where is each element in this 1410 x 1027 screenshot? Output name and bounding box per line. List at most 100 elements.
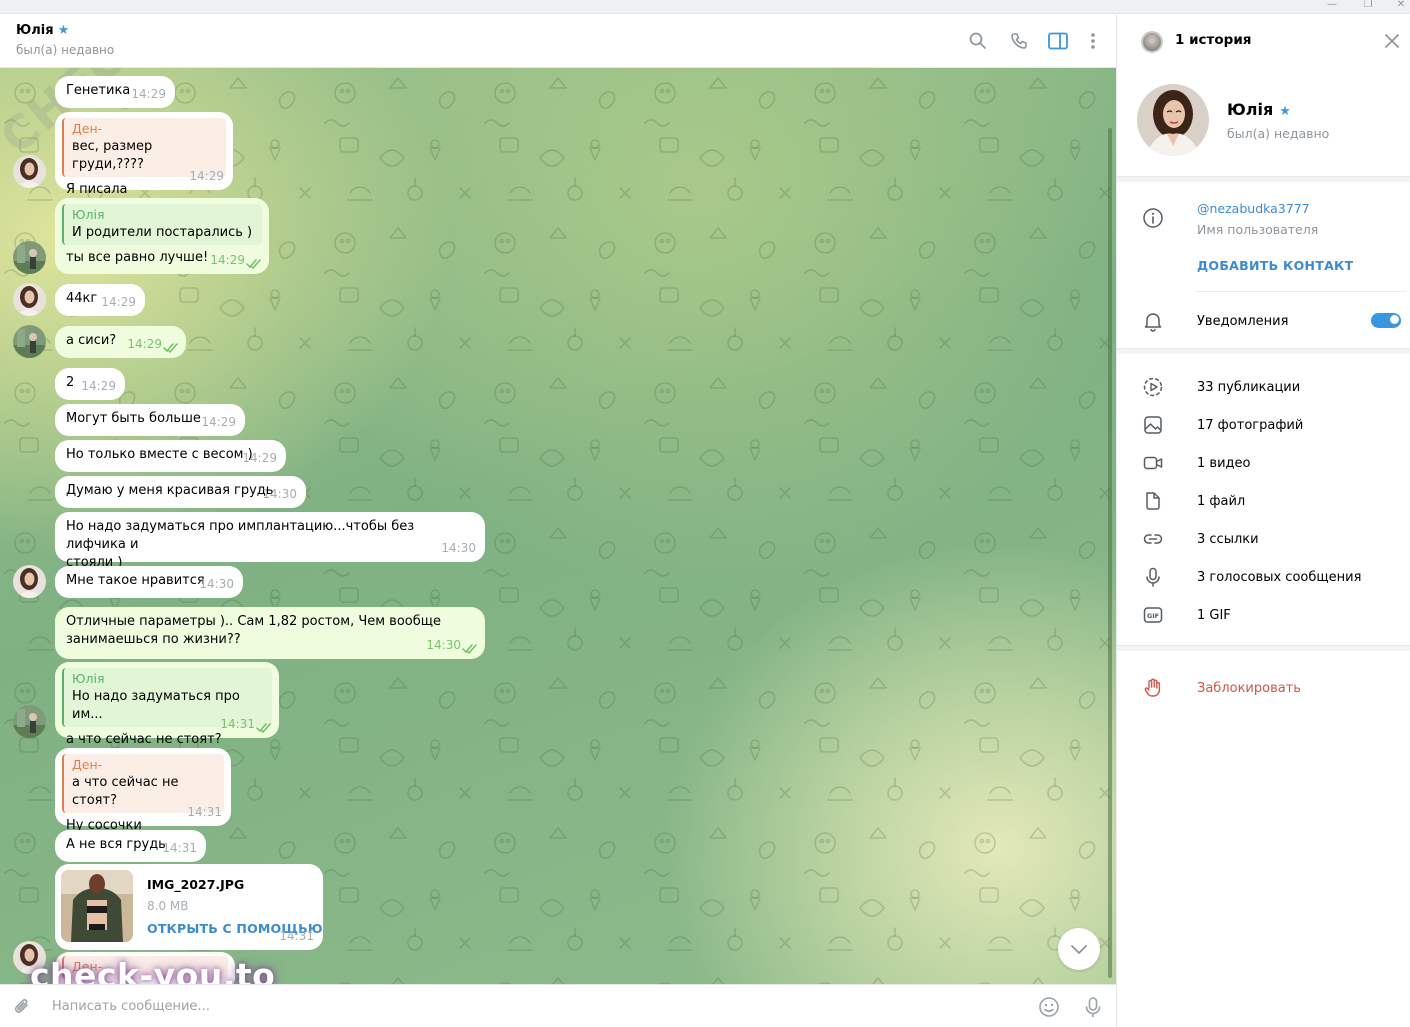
profile-avatar[interactable] — [1137, 84, 1209, 156]
message-composer[interactable] — [0, 984, 1116, 1027]
message-text: Отличные параметры ).. Сам 1,82 ростом, … — [66, 614, 442, 629]
avatar-julia[interactable] — [13, 283, 46, 316]
message-time: 14:31 — [220, 717, 255, 731]
window-titlebar: — ❐ ✕ — [0, 0, 1410, 14]
link-icon — [1141, 527, 1165, 551]
videos-link[interactable]: 1 видео — [1197, 456, 1250, 471]
hand-block-icon — [1141, 676, 1165, 700]
message-time: 14:31 — [279, 929, 314, 943]
message-input[interactable] — [52, 999, 952, 1014]
add-contact-button[interactable]: ДОБАВИТЬ КОНТАКТ — [1197, 258, 1353, 273]
message-bubble[interactable]: Ден- вес, размер груди,???? Я писала 14:… — [55, 112, 233, 197]
minimize-icon[interactable]: — — [1315, 0, 1349, 12]
info-icon — [1141, 206, 1165, 230]
file-message[interactable]: IMG_2027.JPG 8.0 MB ОТКРЫТЬ С ПОМОЩЬЮ 14… — [55, 864, 323, 950]
reply-text: И родители постарались ) — [72, 225, 253, 240]
message-bubble-outgoing[interactable]: Юлія Но надо задуматься про им... а что … — [55, 662, 279, 747]
block-user-button[interactable]: Заблокировать — [1197, 681, 1301, 696]
photo-icon — [1141, 413, 1165, 437]
message-bubble-outgoing[interactable]: Юлія И родители постарались ) ты все рав… — [55, 198, 269, 274]
avatar-julia[interactable] — [13, 155, 46, 188]
scroll-down-button[interactable] — [1058, 928, 1100, 970]
double-check-icon — [163, 343, 178, 353]
avatar-den[interactable] — [13, 705, 46, 738]
message-time: 14:29 — [127, 337, 162, 351]
gifs-link[interactable]: 1 GIF — [1197, 608, 1231, 623]
message-text: 44кг — [66, 291, 98, 306]
message-time: 14:29 — [210, 253, 245, 267]
more-vertical-icon[interactable] — [1081, 29, 1105, 53]
links-link[interactable]: 3 ссылки — [1197, 532, 1259, 547]
message-bubble[interactable]: 44кг 14:29 — [55, 284, 145, 316]
double-check-icon — [246, 259, 261, 269]
peer-status: был(а) недавно — [16, 43, 115, 57]
section-separator — [1117, 348, 1410, 354]
image-thumbnail[interactable] — [61, 870, 133, 942]
video-icon — [1141, 451, 1165, 475]
section-separator — [1117, 645, 1410, 651]
maximize-icon[interactable]: ❐ — [1351, 0, 1385, 12]
message-bubble-outgoing[interactable]: а сиси? 14:29 — [55, 326, 186, 358]
chat-area[interactable]: CHECK-YOU.ME Генетика 14:29 Ден- вес, ра… — [0, 68, 1116, 984]
phone-icon[interactable] — [1007, 29, 1031, 53]
message-time: 14:29 — [189, 169, 224, 183]
file-size: 8.0 MB — [147, 899, 189, 913]
avatar-den[interactable] — [13, 241, 46, 274]
avatar-julia[interactable] — [13, 565, 46, 598]
reply-author: Ден- — [72, 757, 103, 772]
message-bubble-outgoing[interactable]: Отличные параметры ).. Сам 1,82 ростом, … — [55, 607, 485, 659]
message-bubble[interactable]: Мне такое нравится 14:30 — [55, 566, 243, 598]
message-bubble[interactable]: 2 14:29 — [55, 368, 125, 400]
files-link[interactable]: 1 файл — [1197, 494, 1245, 509]
message-bubble[interactable]: Ден- а что сейчас не стоят? Ну сосочки 1… — [55, 748, 231, 833]
emoji-icon[interactable] — [1037, 995, 1061, 1019]
window-close-icon[interactable]: ✕ — [1384, 0, 1410, 12]
message-bubble[interactable]: Генетика 14:29 — [55, 76, 175, 108]
reply-quote[interactable]: Юлія И родители постарались ) — [62, 204, 262, 245]
profile-status: был(а) недавно — [1227, 126, 1330, 141]
attach-icon[interactable] — [10, 995, 34, 1019]
message-time: 14:31 — [187, 805, 222, 819]
message-text: Мне такое нравится — [66, 573, 205, 588]
publications-icon — [1141, 375, 1165, 399]
chat-scrollbar[interactable] — [1108, 128, 1112, 978]
stories-title[interactable]: 1 история — [1175, 32, 1251, 48]
message-text: а сиси? — [66, 333, 117, 348]
message-text: а что сейчас не стоят? — [66, 732, 222, 747]
close-icon[interactable] — [1381, 30, 1403, 52]
message-bubble[interactable]: Могут быть больше 14:29 — [55, 404, 245, 436]
chat-header[interactable]: Юлія ★ был(а) недавно — [0, 14, 1116, 68]
watermark: check-you.to — [30, 956, 276, 984]
microphone-icon[interactable] — [1081, 995, 1105, 1019]
message-bubble[interactable]: Думаю у меня красивая грудь 14:30 — [55, 476, 306, 508]
search-icon[interactable] — [966, 29, 990, 53]
profile-panel: 1 история Юлія ★ был(а) недавно @nezabudk… — [1116, 14, 1410, 1027]
file-icon — [1141, 489, 1165, 513]
message-bubble[interactable]: А не вся грудь 14:31 — [55, 830, 206, 862]
message-time: 14:29 — [201, 415, 236, 429]
username-link[interactable]: @nezabudka3777 — [1197, 201, 1310, 216]
gif-icon: GIF — [1141, 603, 1165, 627]
star-icon: ★ — [57, 23, 70, 38]
message-time: 14:29 — [131, 87, 166, 101]
notifications-toggle[interactable] — [1371, 313, 1401, 328]
story-avatar[interactable] — [1141, 31, 1163, 53]
reply-author: Юлія — [72, 671, 105, 686]
photos-link[interactable]: 17 фотографий — [1197, 418, 1303, 433]
voice-messages-link[interactable]: 3 голосовых сообщения — [1197, 570, 1361, 585]
section-separator — [1117, 176, 1410, 182]
message-time: 14:29 — [242, 451, 277, 465]
message-time: 14:29 — [101, 295, 136, 309]
chevron-down-icon — [1071, 945, 1087, 954]
message-bubble[interactable]: Но надо задуматься про имплантацию...что… — [55, 512, 485, 570]
bell-icon — [1141, 309, 1165, 333]
peer-name[interactable]: Юлія ★ — [16, 23, 69, 38]
avatar-den[interactable] — [13, 325, 46, 358]
message-text: Генетика — [66, 83, 131, 98]
reply-author: Юлія — [72, 207, 105, 222]
message-text: Но только вместе с весом ) — [66, 447, 253, 462]
publications-link[interactable]: 33 публикации — [1197, 380, 1300, 395]
sidebar-toggle-icon[interactable] — [1046, 29, 1070, 53]
message-bubble[interactable]: Но только вместе с весом ) 14:29 — [55, 440, 286, 472]
peer-name-label: Юлія — [16, 23, 54, 38]
